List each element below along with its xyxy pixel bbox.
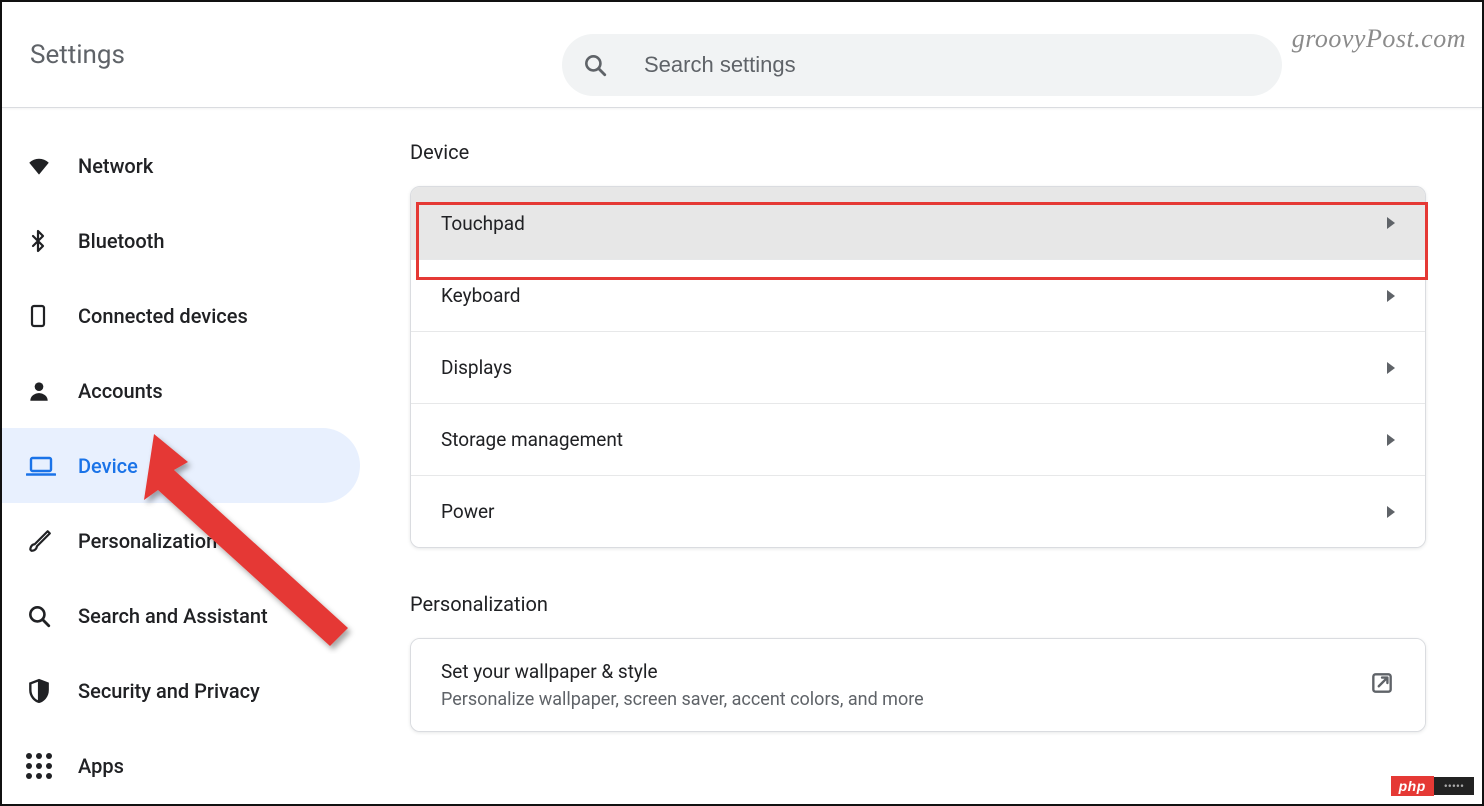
personalization-card: Set your wallpaper & style Personalize w… (410, 638, 1426, 732)
row-displays[interactable]: Displays (411, 331, 1425, 403)
sidebar-item-device[interactable]: Device (2, 428, 360, 503)
sidebar-item-bluetooth[interactable]: Bluetooth (2, 203, 360, 278)
apps-icon (26, 753, 78, 779)
section-title-device: Device (410, 140, 1442, 164)
sidebar-item-apps[interactable]: Apps (2, 728, 360, 803)
sidebar: Network Bluetooth Connected devices Acco… (2, 108, 362, 804)
sidebar-item-search-assistant[interactable]: Search and Assistant (2, 578, 360, 653)
row-label: Power (441, 500, 495, 523)
row-label: Keyboard (441, 284, 520, 307)
sidebar-item-label: Network (78, 154, 153, 178)
row-touchpad[interactable]: Touchpad (411, 187, 1425, 259)
sidebar-item-label: Apps (78, 754, 124, 778)
sidebar-item-label: Security and Privacy (78, 679, 260, 703)
device-icon (26, 303, 78, 329)
main-panel: Device Touchpad Keyboard Displays Storag… (362, 108, 1482, 804)
watermark-text: groovyPost.com (1292, 24, 1466, 54)
chevron-right-icon (1387, 434, 1395, 446)
laptop-icon (26, 454, 78, 478)
bluetooth-icon (26, 228, 78, 254)
sidebar-item-security-privacy[interactable]: Security and Privacy (2, 653, 360, 728)
php-badge-right: ••••• (1434, 777, 1474, 795)
chevron-right-icon (1387, 290, 1395, 302)
row-wallpaper-style[interactable]: Set your wallpaper & style Personalize w… (411, 639, 1425, 731)
chevron-right-icon (1387, 217, 1395, 229)
person-icon (26, 378, 78, 404)
sidebar-item-label: Search and Assistant (78, 604, 268, 628)
search-icon (582, 52, 608, 78)
search-icon (26, 603, 78, 629)
sidebar-item-network[interactable]: Network (2, 128, 360, 203)
search-input[interactable] (644, 52, 1282, 78)
php-badge-left: php (1391, 776, 1434, 796)
open-external-icon (1369, 670, 1395, 701)
row-label: Storage management (441, 428, 623, 451)
app-frame: Settings groovyPost.com Network Blueto (0, 0, 1484, 806)
wifi-icon (26, 153, 78, 179)
sidebar-item-label: Personalization (78, 529, 217, 553)
search-bar[interactable] (562, 34, 1282, 96)
php-badge: php ••••• (1391, 776, 1474, 796)
row-title: Set your wallpaper & style (441, 660, 924, 683)
header: Settings groovyPost.com (2, 2, 1482, 108)
shield-icon (26, 678, 78, 704)
sidebar-item-connected-devices[interactable]: Connected devices (2, 278, 360, 353)
row-keyboard[interactable]: Keyboard (411, 259, 1425, 331)
sidebar-item-label: Bluetooth (78, 229, 164, 253)
sidebar-item-accounts[interactable]: Accounts (2, 353, 360, 428)
row-label: Displays (441, 356, 512, 379)
sidebar-item-label: Device (78, 454, 138, 478)
chevron-right-icon (1387, 506, 1395, 518)
sidebar-item-label: Connected devices (78, 304, 248, 328)
row-label: Touchpad (441, 212, 525, 235)
row-subtitle: Personalize wallpaper, screen saver, acc… (441, 689, 924, 710)
sidebar-item-label: Accounts (78, 379, 163, 403)
row-power[interactable]: Power (411, 475, 1425, 547)
section-title-personalization: Personalization (410, 592, 1442, 616)
device-card: Touchpad Keyboard Displays Storage manag… (410, 186, 1426, 548)
content: Network Bluetooth Connected devices Acco… (2, 108, 1482, 804)
row-storage-management[interactable]: Storage management (411, 403, 1425, 475)
brush-icon (26, 528, 78, 554)
chevron-right-icon (1387, 362, 1395, 374)
sidebar-item-personalization[interactable]: Personalization (2, 503, 360, 578)
app-title: Settings (30, 40, 125, 70)
